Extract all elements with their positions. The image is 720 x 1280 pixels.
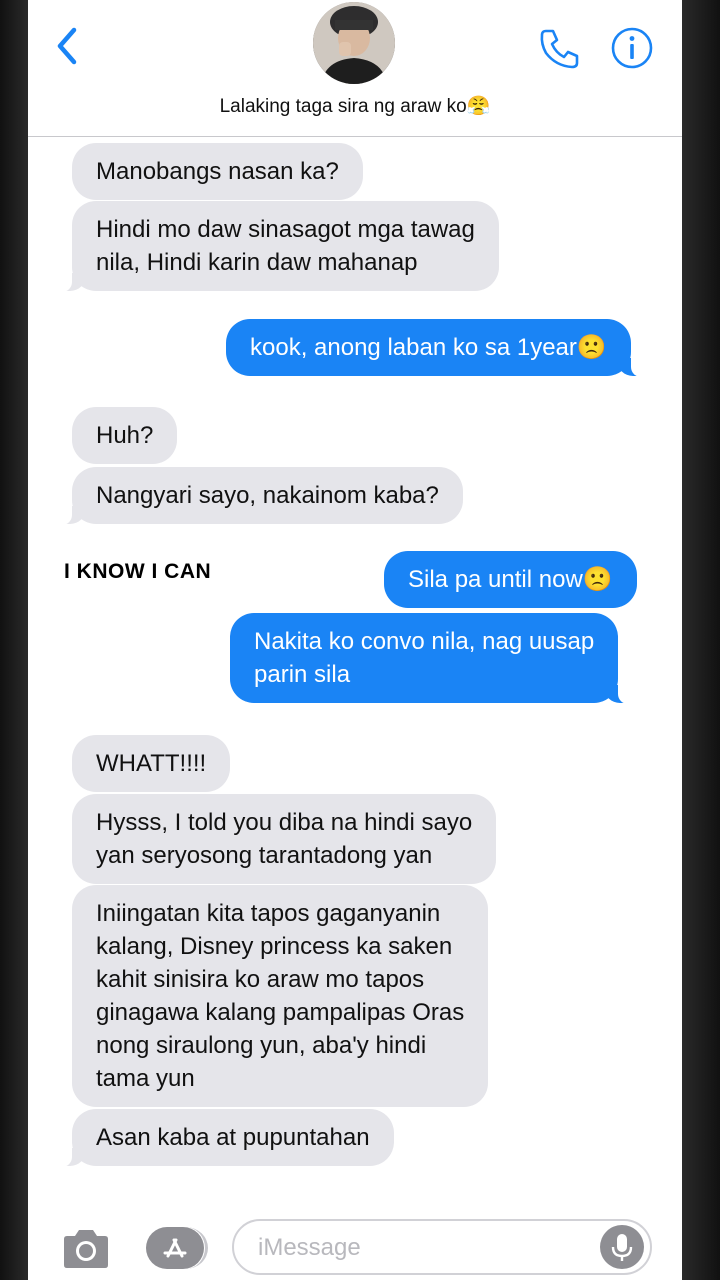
- message-bubble-incoming[interactable]: WHATT!!!!: [72, 735, 231, 792]
- message-thread[interactable]: Manobangs nasan ka? Hindi mo daw sinasag…: [28, 137, 682, 1197]
- phone-icon: [540, 29, 579, 69]
- compose-bar: iMessage: [28, 1205, 682, 1280]
- message-bubble-outgoing[interactable]: kook, anong laban ko sa 1year🙁: [226, 319, 645, 377]
- message-bubble-outgoing[interactable]: Sila pa until now🙁: [384, 551, 637, 608]
- imessage-input[interactable]: iMessage: [232, 1219, 652, 1275]
- info-icon: [611, 27, 653, 69]
- message-bubble-outgoing[interactable]: Nakita ko convo nila, nag uusap parin si…: [230, 613, 633, 704]
- conversation-header: Lalaking taga sira ng araw ko😤: [28, 0, 682, 137]
- info-button[interactable]: [610, 26, 654, 70]
- app-store-icon: [163, 1238, 187, 1258]
- call-button[interactable]: [538, 26, 582, 70]
- chevron-left-icon: [57, 27, 77, 65]
- dictation-button[interactable]: [600, 1225, 644, 1269]
- messages-screen: Lalaking taga sira ng araw ko😤 Manobangs…: [28, 0, 682, 1280]
- message-bubble-incoming[interactable]: Iniingatan kita tapos gaganyanin kalang,…: [72, 885, 489, 1107]
- message-bubble-incoming[interactable]: Hindi mo daw sinasagot mga tawag nila, H…: [58, 201, 499, 292]
- message-bubble-incoming[interactable]: Manobangs nasan ka?: [72, 143, 363, 200]
- video-overlay-caption: I KNOW I CAN: [64, 560, 212, 583]
- camera-icon: [64, 1230, 108, 1268]
- contact-name[interactable]: Lalaking taga sira ng araw ko😤: [28, 94, 682, 118]
- back-button[interactable]: [50, 24, 86, 68]
- contact-avatar[interactable]: [313, 2, 395, 84]
- message-bubble-incoming[interactable]: Huh?: [72, 407, 178, 464]
- message-bubble-incoming[interactable]: Hysss, I told you diba na hindi sayo yan…: [72, 794, 497, 884]
- avatar-photo: [313, 2, 395, 84]
- message-bubble-incoming[interactable]: Nangyari sayo, nakainom kaba?: [58, 467, 463, 525]
- microphone-icon: [611, 1234, 633, 1261]
- imessage-placeholder: iMessage: [258, 1234, 361, 1261]
- camera-button[interactable]: [60, 1227, 112, 1271]
- app-store-button[interactable]: [146, 1227, 208, 1269]
- message-bubble-incoming[interactable]: Asan kaba at pupuntahan: [58, 1109, 394, 1167]
